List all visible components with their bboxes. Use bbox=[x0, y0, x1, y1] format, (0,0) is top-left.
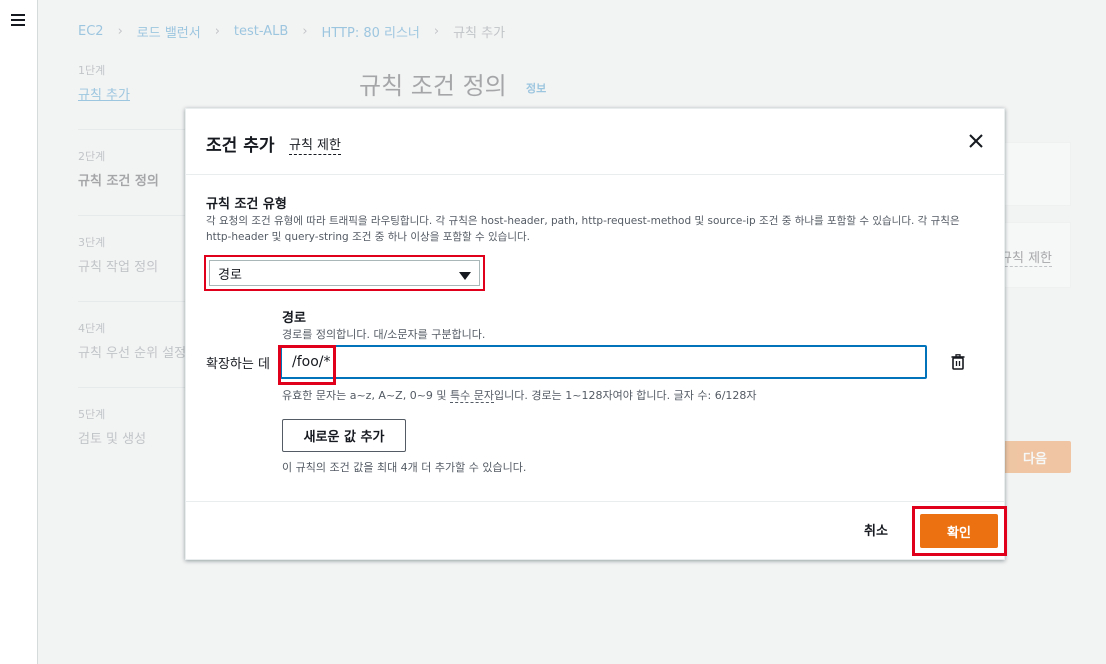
breadcrumb-listener[interactable]: HTTP: 80 리스너 bbox=[322, 22, 420, 41]
caret-down-icon bbox=[459, 272, 471, 280]
next-button[interactable]: 다음 bbox=[999, 441, 1071, 473]
hint-suffix: 입니다. 경로는 1~128자여야 합니다. 글자 수: 6/128자 bbox=[494, 389, 757, 402]
path-input[interactable]: /foo/* bbox=[280, 345, 927, 379]
breadcrumb: EC2 › 로드 밸런서 › test-ALB › HTTP: 80 리스너 ›… bbox=[78, 22, 505, 41]
path-label: 경로 bbox=[282, 311, 306, 326]
add-value-note: 이 규칙의 조건 값을 최대 4개 더 추가할 수 있습니다. bbox=[282, 461, 527, 474]
hint-prefix: 유효한 문자는 a~z, A~Z, 0~9 및 bbox=[282, 389, 451, 402]
chevron-right-icon: › bbox=[433, 24, 440, 39]
trash-icon[interactable] bbox=[951, 354, 965, 370]
rule-limit-link[interactable]: 규칙 제한 bbox=[289, 134, 341, 155]
select-value: 경로 bbox=[218, 267, 242, 283]
breadcrumb-current: 규칙 추가 bbox=[453, 26, 506, 41]
breadcrumb-ec2[interactable]: EC2 bbox=[78, 24, 104, 39]
confirm-highlight: 확인 bbox=[912, 506, 1007, 556]
side-navigation-rail bbox=[0, 0, 38, 664]
path-description: 경로를 정의합니다. 대/소문자를 구분합니다. bbox=[282, 328, 486, 341]
condition-type-description: 각 요청의 조건 유형에 따라 트래픽을 라우팅합니다. 각 규칙은 host-… bbox=[206, 215, 960, 243]
breadcrumb-load-balancers[interactable]: 로드 밸런서 bbox=[137, 22, 201, 41]
condition-type-select[interactable]: 경로 bbox=[209, 260, 480, 286]
cancel-button[interactable]: 취소 bbox=[864, 520, 888, 539]
modal-title: 조건 추가 bbox=[206, 136, 275, 156]
wizard-step-1[interactable]: 1단계 규칙 추가 bbox=[78, 62, 208, 103]
modal-header: 조건 추가 규칙 제한 bbox=[186, 109, 1004, 175]
breadcrumb-test-alb[interactable]: test-ALB bbox=[234, 24, 288, 39]
step-label[interactable]: 규칙 추가 bbox=[78, 84, 208, 103]
step-number: 1단계 bbox=[78, 64, 106, 77]
chevron-right-icon: › bbox=[214, 24, 220, 39]
add-value-button[interactable]: 새로운 값 추가 bbox=[282, 419, 406, 452]
close-icon[interactable] bbox=[966, 131, 986, 151]
confirm-button[interactable]: 확인 bbox=[920, 514, 998, 548]
row-label: 확장하는 데 bbox=[206, 357, 270, 372]
path-hint: 유효한 문자는 a~z, A~Z, 0~9 및 특수 문자입니다. 경로는 1~… bbox=[282, 387, 757, 403]
special-characters-link[interactable]: 특수 문자 bbox=[450, 389, 495, 403]
condition-type-label: 규칙 조건 유형 bbox=[206, 197, 287, 212]
modal-footer: 취소 확인 bbox=[186, 501, 1007, 559]
chevron-right-icon: › bbox=[302, 24, 308, 39]
menu-icon[interactable] bbox=[11, 14, 25, 26]
add-condition-modal: 조건 추가 규칙 제한 규칙 조건 유형 각 요청의 조건 유형에 따라 트래픽… bbox=[185, 108, 1007, 560]
path-input-value: /foo/* bbox=[292, 354, 331, 370]
info-link[interactable]: 정보 bbox=[526, 80, 546, 96]
select-highlight: 경로 bbox=[204, 255, 485, 291]
page-title: 규칙 조건 정의 bbox=[359, 72, 507, 100]
rule-limit-link[interactable]: 규칙 제한 bbox=[1000, 247, 1052, 267]
chevron-right-icon: › bbox=[117, 24, 123, 39]
